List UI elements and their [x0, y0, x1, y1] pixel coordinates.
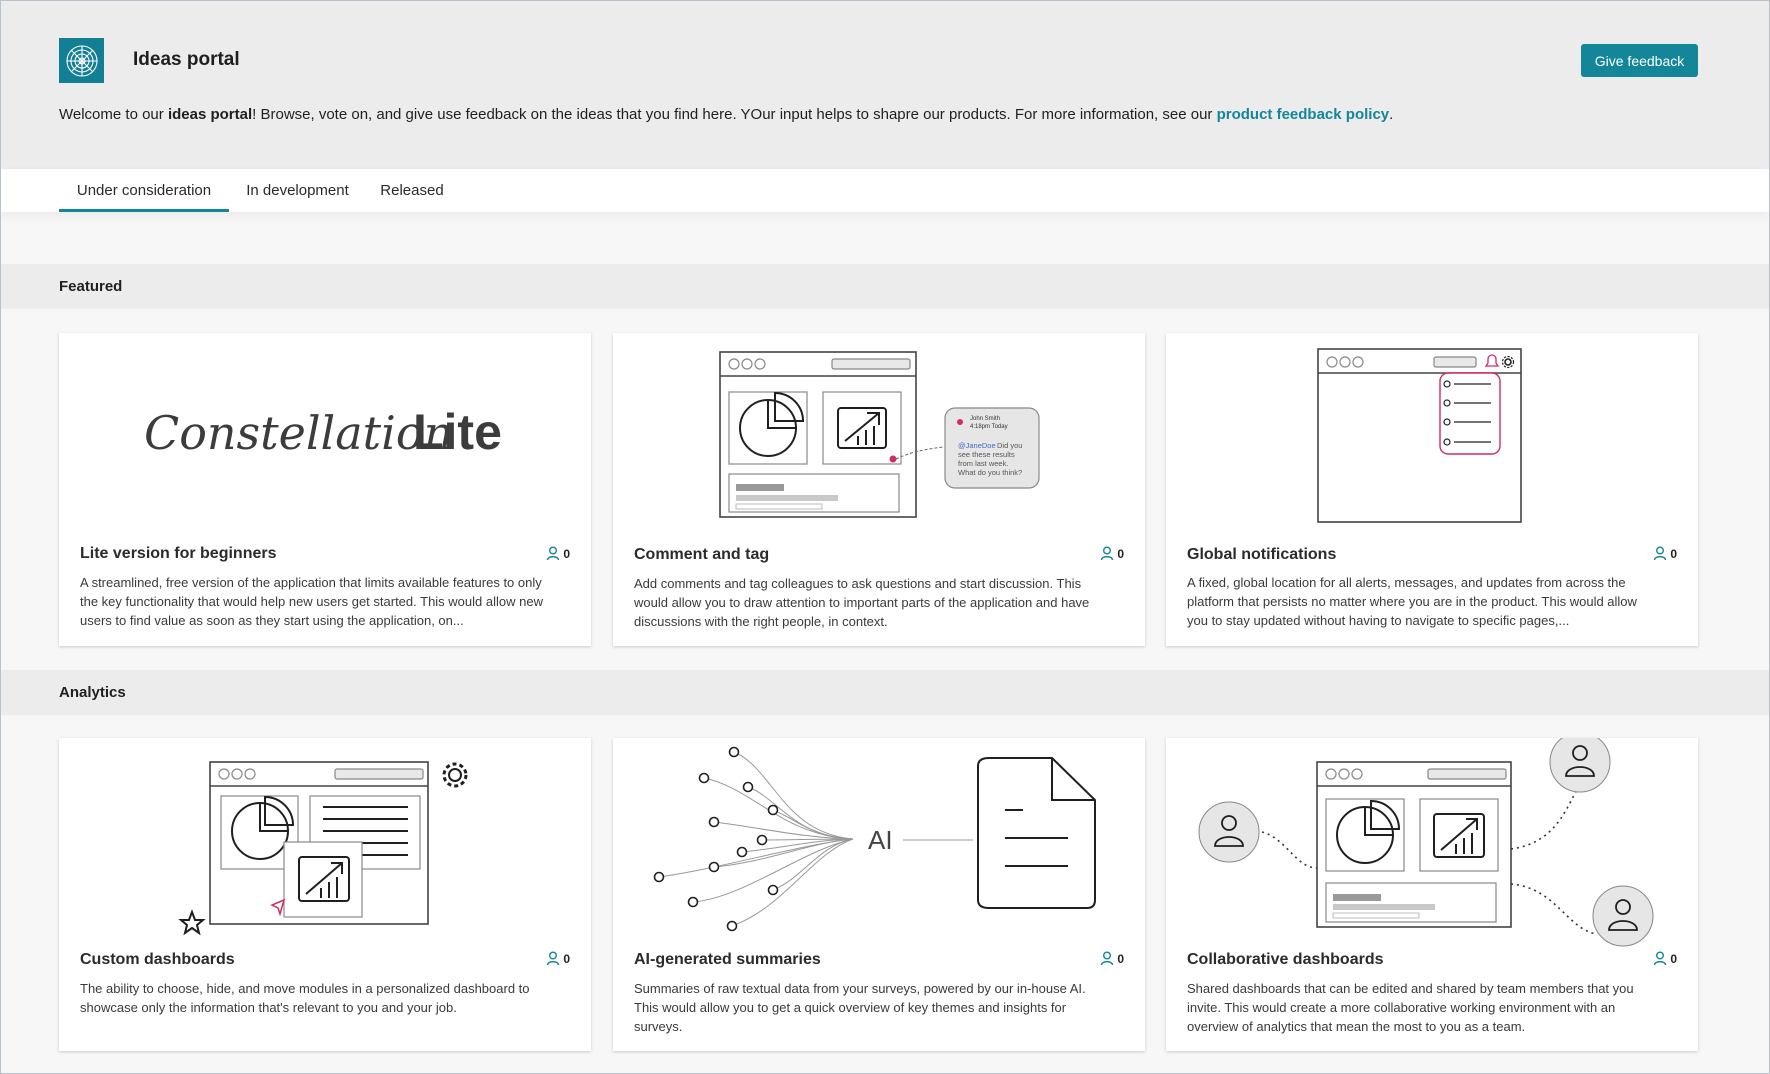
vote-count[interactable]: 0	[546, 951, 570, 966]
svg-text:see these results: see these results	[958, 450, 1015, 459]
cursor-icon	[270, 898, 286, 917]
user-icon	[547, 546, 560, 561]
svg-text:Did you: Did you	[997, 441, 1022, 450]
svg-text:Constellation: Constellation	[144, 406, 453, 460]
custom-dashboard-illustration	[59, 738, 591, 948]
user-icon	[1654, 546, 1667, 561]
idea-card-lite-version[interactable]: Constellation Lite Lite version for begi…	[59, 333, 591, 646]
card-description: Add comments and tag colleagues to ask q…	[634, 576, 1090, 629]
idea-card-collaborative-dashboards[interactable]: Collaborative dashboards 0 Shared dashbo…	[1166, 738, 1698, 1051]
gear-icon	[442, 762, 468, 788]
svg-text:Lite: Lite	[413, 404, 502, 460]
vote-count[interactable]: 0	[1653, 546, 1677, 561]
comment-window-illustration: John Smith 4:18pm Today @JaneDoe Did you…	[613, 333, 1145, 543]
svg-text:John Smith: John Smith	[970, 416, 1000, 422]
svg-text:AI: AI	[868, 825, 893, 855]
card-title: AI-generated summaries	[634, 951, 821, 968]
document-icon	[977, 757, 1096, 909]
user-icon	[1101, 546, 1114, 561]
vote-count[interactable]: 0	[1100, 951, 1124, 966]
notifications-window-illustration	[1166, 333, 1698, 543]
app-title: Ideas portal	[133, 49, 240, 70]
card-title: Collaborative dashboards	[1187, 951, 1384, 968]
idea-card-comment-and-tag[interactable]: John Smith 4:18pm Today @JaneDoe Did you…	[613, 333, 1145, 646]
card-description: The ability to choose, hide, and move mo…	[80, 981, 530, 1015]
svg-text:What do you think?: What do you think?	[958, 468, 1022, 477]
svg-text:@JaneDoe: @JaneDoe	[958, 441, 996, 450]
constellation-lite-logo: Constellation Lite	[59, 333, 591, 543]
collaborative-dashboard-illustration	[1166, 738, 1698, 948]
tab-under-consideration[interactable]: Under consideration	[59, 169, 229, 212]
vote-count[interactable]: 0	[1653, 951, 1677, 966]
idea-card-global-notifications[interactable]: Global notifications 0 A fixed, global l…	[1166, 333, 1698, 646]
section-title: Analytics	[59, 684, 126, 701]
card-description: A streamlined, free version of the appli…	[80, 575, 543, 628]
card-title: Custom dashboards	[80, 951, 235, 968]
portal-header: Ideas portal Give feedback Welcome to ou…	[0, 0, 1770, 169]
section-header-featured: Featured	[0, 264, 1770, 309]
user-icon	[1101, 951, 1114, 966]
card-title: Global notifications	[1187, 546, 1337, 563]
welcome-message: Welcome to our ideas portal! Browse, vot…	[59, 106, 1394, 123]
user-icon	[1654, 951, 1667, 966]
card-description: Shared dashboards that can be edited and…	[1187, 981, 1634, 1034]
vote-count[interactable]: 0	[1100, 546, 1124, 561]
idea-card-ai-summaries[interactable]: AI AI-generated summaries 0 Summaries of…	[613, 738, 1145, 1051]
tab-released[interactable]: Released	[372, 169, 452, 212]
svg-text:from last week.: from last week.	[958, 459, 1008, 468]
give-feedback-button[interactable]: Give feedback	[1581, 44, 1698, 77]
radar-icon	[59, 38, 104, 83]
section-title: Featured	[59, 278, 123, 295]
idea-card-custom-dashboards[interactable]: Custom dashboards 0 The ability to choos…	[59, 738, 591, 1051]
card-title: Lite version for beginners	[80, 545, 277, 562]
svg-text:4:18pm Today: 4:18pm Today	[970, 424, 1008, 430]
status-tabs: Under consideration In development Relea…	[0, 169, 1770, 212]
card-description: Summaries of raw textual data from your …	[634, 981, 1086, 1034]
avatar	[1198, 738, 1654, 947]
star-icon	[178, 909, 206, 936]
card-description: A fixed, global location for all alerts,…	[1187, 575, 1637, 628]
ai-summary-illustration: AI	[613, 738, 1145, 948]
tab-in-development[interactable]: In development	[237, 169, 358, 212]
user-icon	[547, 951, 560, 966]
card-title: Comment and tag	[634, 546, 770, 563]
section-header-analytics: Analytics	[0, 670, 1770, 715]
product-feedback-policy-link[interactable]: product feedback policy	[1217, 106, 1390, 123]
vote-count[interactable]: 0	[546, 546, 570, 561]
